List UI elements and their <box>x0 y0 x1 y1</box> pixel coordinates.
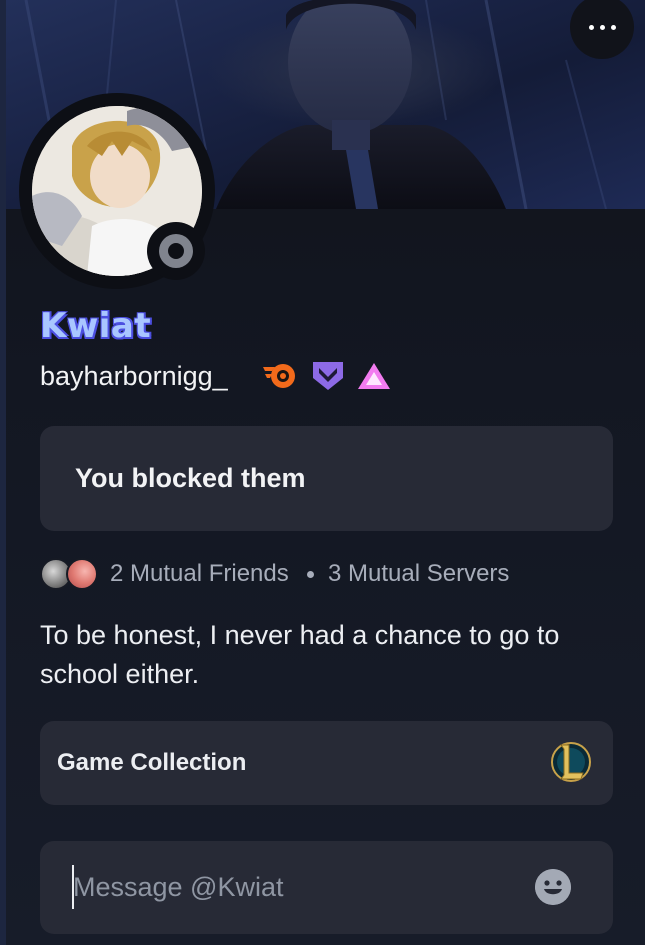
mutual-servers-link[interactable]: 3 Mutual Servers <box>328 556 509 592</box>
status-hole <box>168 243 184 259</box>
message-input[interactable] <box>73 865 513 909</box>
mutuals-row: 2 Mutual Friends 3 Mutual Servers <box>40 556 600 592</box>
username[interactable]: bayharbornigg_ <box>40 358 228 394</box>
bio-text: To be honest, I never had a chance to go… <box>40 620 560 689</box>
game-collection-label: Game Collection <box>57 749 247 776</box>
flame-badge-icon[interactable] <box>261 360 297 392</box>
separator-dot <box>307 571 314 578</box>
display-name: Kwiat <box>40 306 152 346</box>
triangle-badge-icon[interactable] <box>356 360 392 392</box>
mutual-friend-avatar[interactable] <box>66 558 98 590</box>
blocked-text: You blocked them <box>75 463 306 493</box>
dot-icon <box>599 24 605 30</box>
game-collection-card[interactable]: Game Collection <box>40 721 613 805</box>
mutual-friends-link[interactable]: 2 Mutual Friends <box>110 556 289 592</box>
league-of-legends-icon <box>551 742 591 782</box>
blocked-notice: You blocked them <box>40 426 613 531</box>
dot-icon <box>588 24 594 30</box>
dot-icon <box>610 24 616 30</box>
shield-chevron-badge-icon[interactable] <box>310 360 346 392</box>
message-box <box>40 841 613 934</box>
emoji-icon[interactable] <box>535 869 571 905</box>
